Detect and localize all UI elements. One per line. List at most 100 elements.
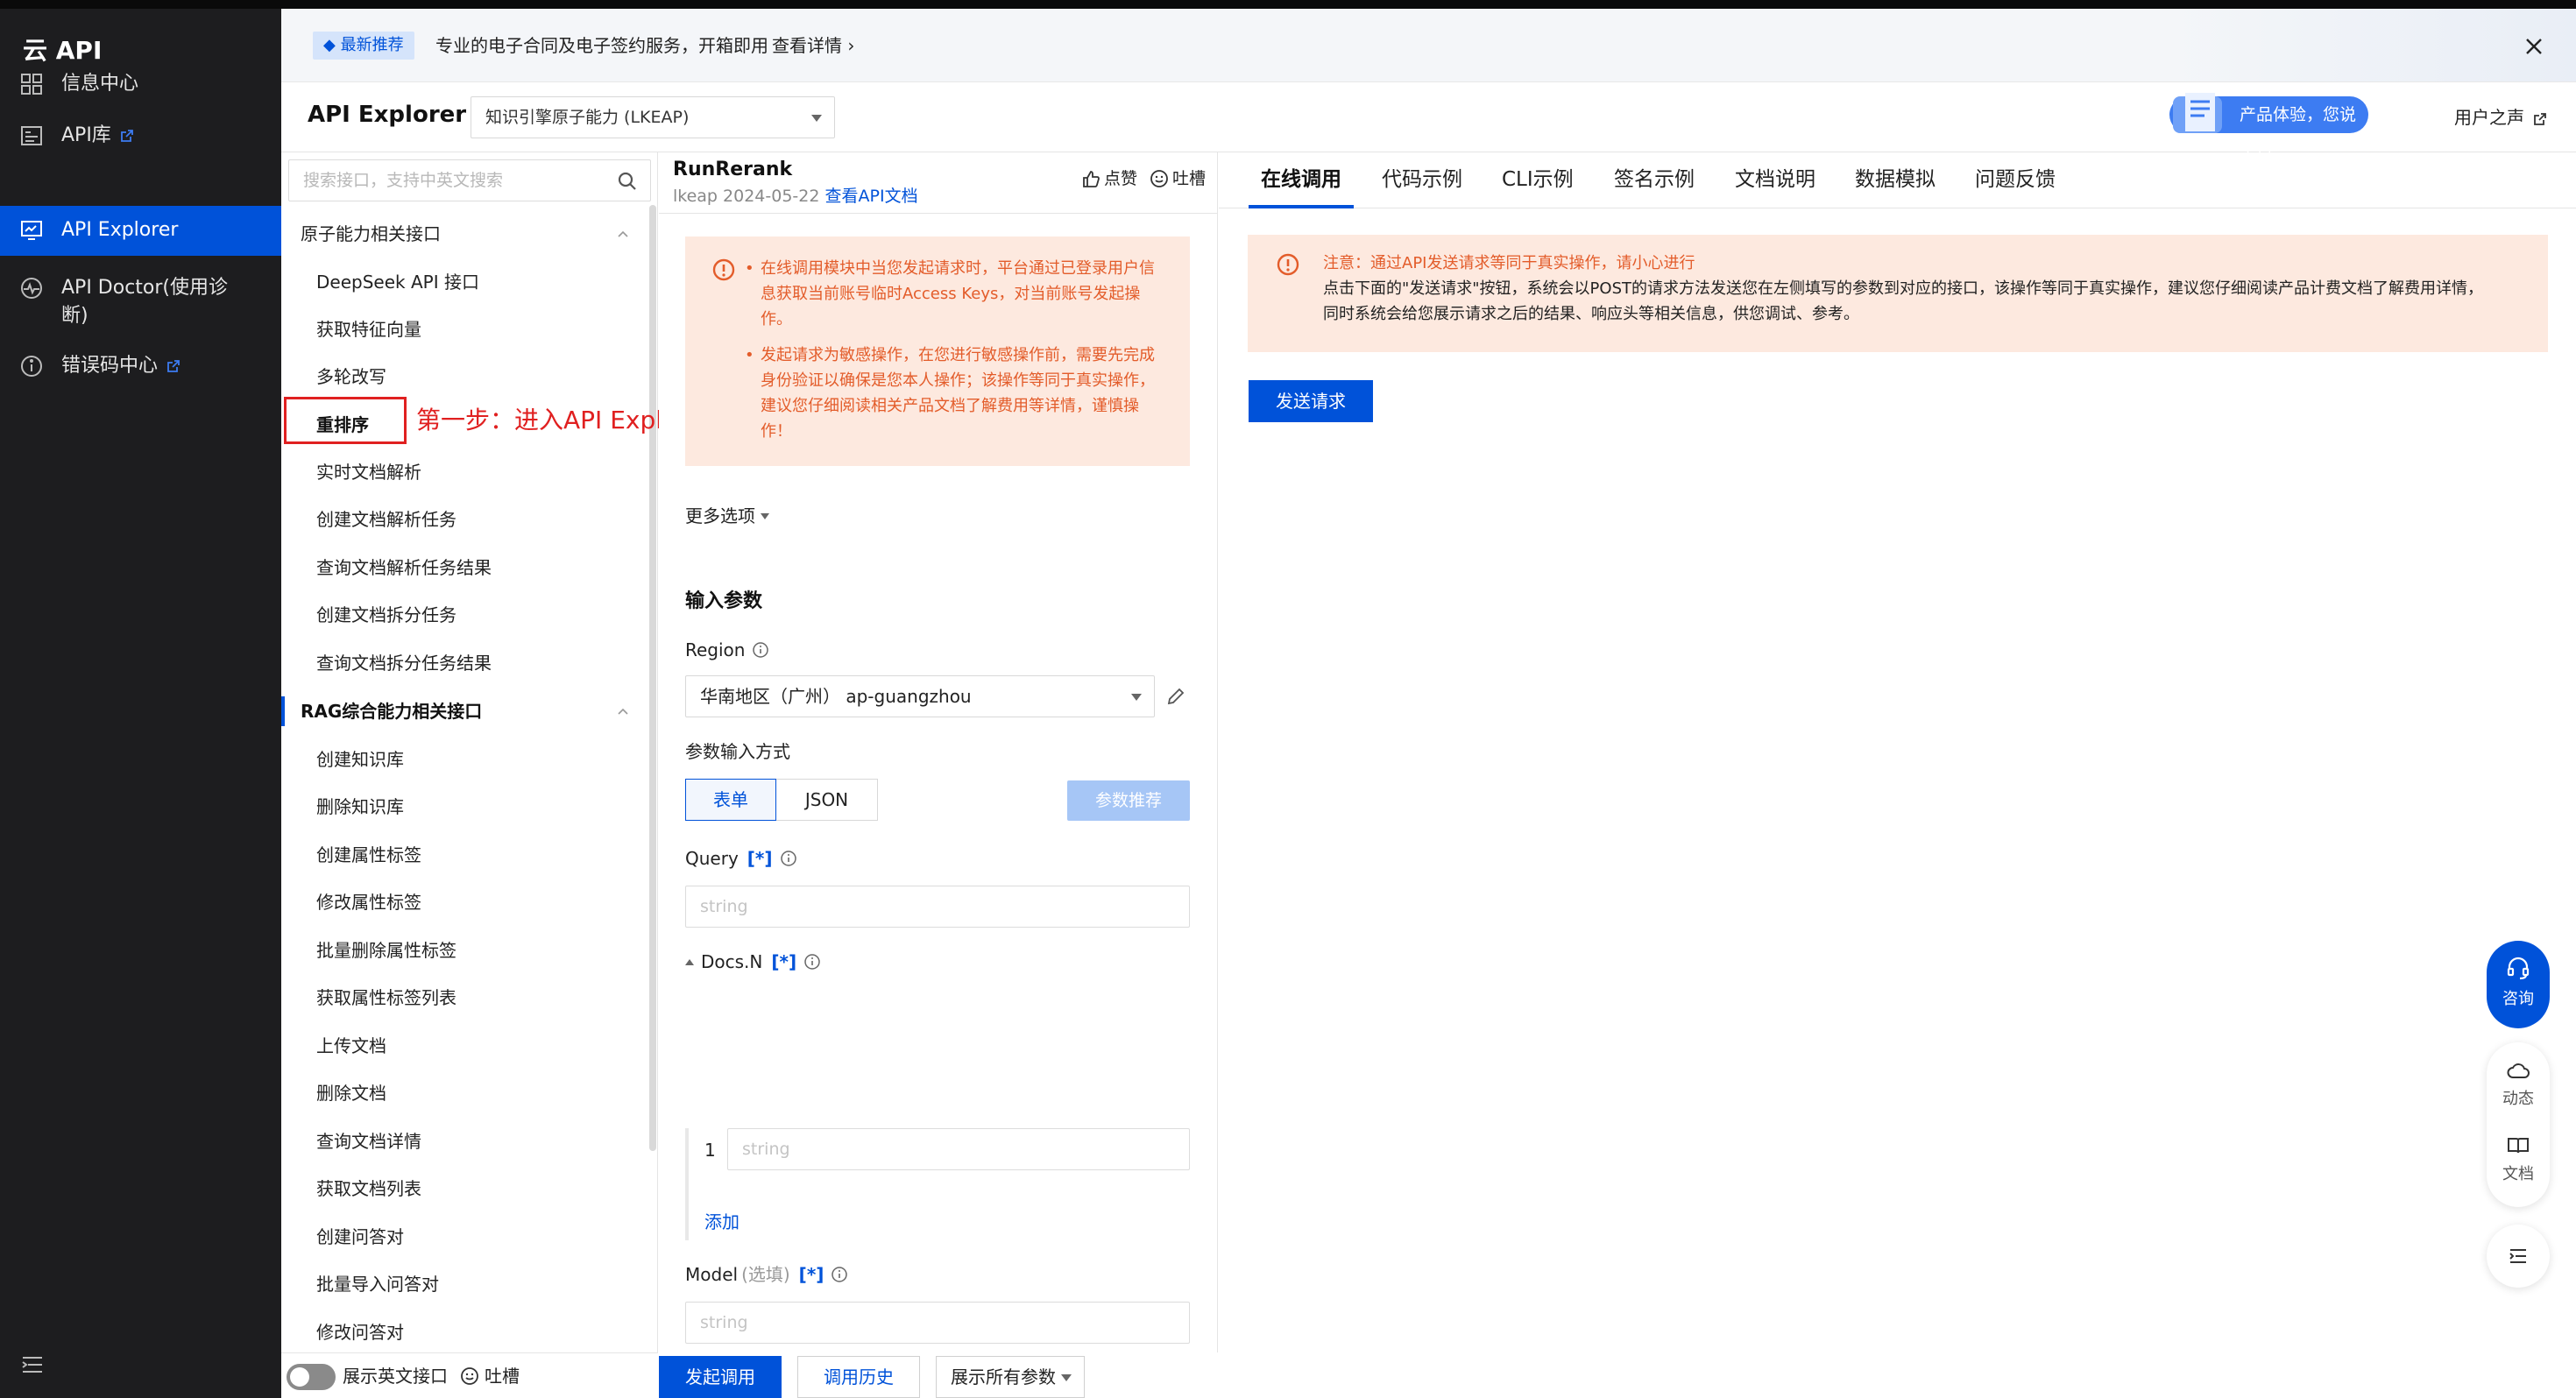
api-item[interactable]: 查询文档拆分任务结果 — [281, 639, 640, 687]
api-item[interactable]: 删除文档 — [281, 1070, 640, 1117]
docs-label: Docs.N [*] — [685, 949, 821, 975]
api-item[interactable]: 批量导入问答对 — [281, 1260, 640, 1308]
active-tab-indicator — [1249, 205, 1354, 208]
docs-item-input[interactable]: string — [727, 1128, 1190, 1170]
api-item[interactable]: 批量删除属性标签 — [281, 927, 640, 974]
like-tucao-group: 点赞 吐槽 — [1081, 165, 1206, 193]
docs-button[interactable]: 文档 — [2487, 1133, 2550, 1184]
add-doc-button[interactable]: 添加 — [704, 1209, 740, 1235]
info-icon[interactable] — [752, 641, 769, 659]
info-icon[interactable] — [780, 850, 797, 867]
api-item[interactable]: 修改问答对 — [281, 1309, 640, 1356]
tab-doc[interactable]: 文档说明 — [1735, 165, 1815, 194]
tab-code-example[interactable]: 代码示例 — [1382, 165, 1462, 194]
nav-item-api-explorer[interactable]: API Explorer — [0, 206, 281, 256]
tucao-label[interactable]: 吐槽 — [1172, 165, 1206, 193]
history-button[interactable]: 调用历史 — [797, 1356, 920, 1398]
cloud-icon — [2507, 1063, 2530, 1078]
book-icon — [2508, 1138, 2529, 1154]
result-panel: 在线调用 代码示例 CLI示例 签名示例 文档说明 数据模拟 问题反馈 注意：通… — [1219, 152, 2576, 1398]
api-item[interactable]: 创建属性标签 — [281, 831, 640, 879]
group-rag-apis[interactable]: RAG综合能力相关接口 — [281, 688, 640, 735]
tab-feedback[interactable]: 问题反馈 — [1975, 165, 2056, 194]
api-item[interactable]: 创建文档解析任务 — [281, 496, 640, 543]
more-options-toggle[interactable]: 更多选项 — [685, 503, 769, 529]
info-circle-icon — [21, 356, 42, 377]
info-icon[interactable] — [831, 1266, 848, 1283]
tab-signature-example[interactable]: 签名示例 — [1614, 165, 1695, 194]
chevron-down-icon — [1061, 1374, 1072, 1381]
group-atomic-apis[interactable]: 原子能力相关接口 — [281, 210, 640, 258]
api-item[interactable]: 删除知识库 — [281, 783, 640, 830]
divider — [659, 213, 1218, 214]
warning-icon — [712, 258, 735, 281]
model-input[interactable]: string — [685, 1302, 1190, 1344]
feedback-doc-icon — [2173, 93, 2222, 133]
api-item[interactable]: 查询文档详情 — [281, 1118, 640, 1165]
api-item[interactable]: 修改属性标签 — [281, 879, 640, 926]
nav-item-info-center[interactable]: 信息中心 — [0, 60, 281, 109]
nav-item-label: API Explorer — [61, 219, 179, 241]
nav-item-label: 信息中心 — [61, 73, 139, 95]
page-header: API Explorer 知识引擎原子能力 (LKEAP) 产品体验，您说了算 … — [281, 82, 2576, 161]
outline-menu-button[interactable] — [2487, 1225, 2550, 1288]
notice-box: 注意：通过API发送请求等同于真实操作，请小心进行 点击下面的"发送请求"按钮，… — [1248, 235, 2548, 352]
search-icon — [618, 172, 636, 190]
tucao-button[interactable]: 吐槽 — [460, 1362, 520, 1390]
api-item[interactable]: DeepSeek API 接口 — [281, 258, 640, 306]
api-item[interactable]: 获取文档列表 — [281, 1165, 640, 1212]
invoke-button[interactable]: 发起调用 — [659, 1356, 782, 1398]
monitor-icon — [21, 221, 42, 240]
param-recommend-button[interactable]: 参数推荐 — [1067, 780, 1190, 821]
api-item[interactable]: 创建文档拆分任务 — [281, 591, 640, 639]
model-label: Model (选填) [*] — [685, 1261, 848, 1288]
edit-icon[interactable] — [1165, 686, 1186, 707]
input-params-title: 输入参数 — [685, 590, 763, 612]
show-params-select[interactable]: 展示所有参数 — [936, 1356, 1085, 1398]
pulse-icon — [21, 278, 42, 299]
warning-box: 在线调用模块中当您发起请求时，平台通过已登录用户信息获取当前账号临时Access… — [685, 237, 1190, 466]
api-list-scrollbar[interactable] — [649, 205, 656, 1151]
api-name: RunRerank — [673, 159, 793, 180]
tab-cli-example[interactable]: CLI示例 — [1502, 165, 1574, 194]
api-item[interactable]: 获取特征向量 — [281, 306, 640, 353]
promo-badge: ◆ 最新推荐 — [313, 32, 414, 60]
thumb-up-icon[interactable] — [1081, 169, 1100, 188]
tab-mock-data[interactable]: 数据模拟 — [1855, 165, 1936, 194]
news-button[interactable]: 动态 — [2487, 1058, 2550, 1109]
nav-item-api-doctor[interactable]: API Doctor(使用诊断) — [0, 265, 281, 334]
info-icon[interactable] — [803, 953, 821, 971]
nav-item-api-library[interactable]: API库 — [0, 110, 281, 161]
nav-item-error-codes[interactable]: 错误码中心 — [0, 342, 281, 392]
region-select[interactable]: 华南地区（广州） ap-guangzhou — [685, 675, 1155, 717]
nav-item-label: 错误码中心 — [61, 355, 159, 377]
api-item[interactable]: 获取属性标签列表 — [281, 974, 640, 1021]
api-doc-link[interactable]: 查看API文档 — [825, 187, 918, 206]
product-select[interactable]: 知识引擎原子能力 (LKEAP) — [471, 96, 835, 138]
api-item[interactable]: 多轮改写 — [281, 353, 640, 400]
api-item[interactable]: 实时文档解析 — [281, 448, 640, 496]
consult-button[interactable]: 咨询 — [2487, 941, 2550, 1028]
caret-up-icon[interactable] — [685, 958, 694, 965]
api-item[interactable]: 创建知识库 — [281, 736, 640, 783]
tab-online-call[interactable]: 在线调用 — [1261, 165, 1341, 194]
api-item[interactable]: 上传文档 — [281, 1022, 640, 1070]
api-item[interactable]: 查询文档解析任务结果 — [281, 544, 640, 591]
floating-tools: 动态 文档 — [2487, 1042, 2550, 1207]
english-api-toggle[interactable] — [287, 1364, 336, 1390]
mode-form-tab[interactable]: 表单 — [685, 779, 776, 821]
mode-json-tab[interactable]: JSON — [776, 779, 878, 821]
send-request-button[interactable]: 发送请求 — [1249, 380, 1373, 422]
api-item[interactable]: 创建问答对 — [281, 1213, 640, 1260]
grid-icon — [21, 74, 42, 95]
promo-link[interactable]: 查看详情 › — [772, 32, 854, 60]
external-link-icon — [2534, 112, 2546, 125]
like-label[interactable]: 点赞 — [1104, 165, 1137, 193]
user-voice-link[interactable]: 用户之声 — [2454, 103, 2547, 131]
smile-icon[interactable] — [1150, 169, 1169, 188]
query-input[interactable]: string — [685, 886, 1190, 928]
api-list-footer: 展示英文接口 吐槽 — [281, 1352, 658, 1398]
collapse-menu-icon[interactable] — [21, 1354, 44, 1375]
close-icon[interactable] — [2524, 37, 2544, 56]
search-input[interactable]: 搜索接口，支持中英文搜索 — [288, 159, 651, 201]
